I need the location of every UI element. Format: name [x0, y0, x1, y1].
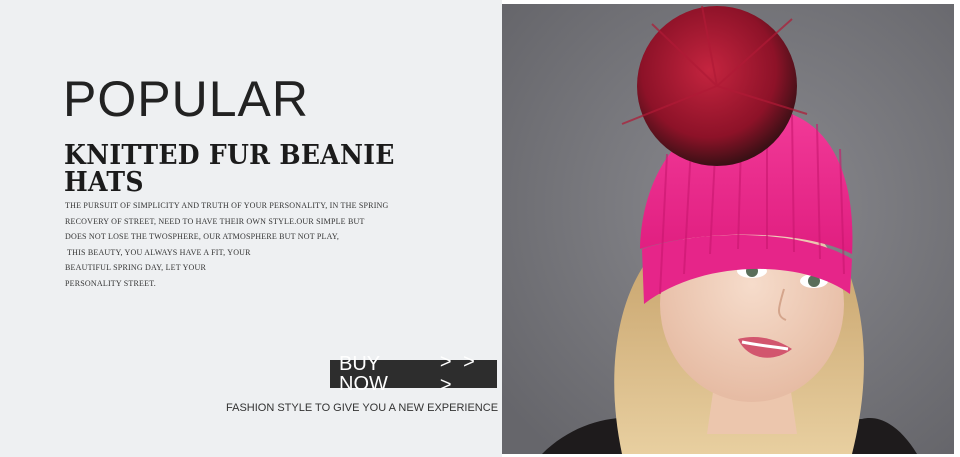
- headline: POPULAR: [63, 71, 309, 127]
- model-photo: [502, 4, 954, 454]
- model-illustration: [502, 4, 954, 454]
- arrows-icon: > > >: [439, 351, 478, 396]
- tagline: FASHION STYLE TO GIVE YOU A NEW EXPERIEN…: [226, 402, 499, 414]
- description: THE PURSUIT OF SIMPLICITY AND TRUTH OF Y…: [65, 198, 389, 291]
- promo-text-panel: POPULAR KNITTED FUR BEANIE HATS THE PURS…: [0, 0, 502, 457]
- buy-now-button[interactable]: BUY NOW > > >: [330, 351, 497, 396]
- description-line: THE PURSUIT OF SIMPLICITY AND TRUTH OF Y…: [65, 201, 389, 210]
- description-line: PERSONALITY STREET.: [65, 278, 156, 288]
- description-line: DOES NOT LOSE THE TWOSPHERE, OUR ATMOSPH…: [65, 232, 340, 241]
- description-line: RECOVERY OF STREET, NEED TO HAVE THEIR O…: [65, 216, 365, 226]
- description-line: THIS BEAUTY, YOU ALWAYS HAVE A FIT, YOUR: [65, 247, 251, 257]
- buy-now-label: BUY NOW: [339, 353, 388, 395]
- subheadline: KNITTED FUR BEANIE HATS: [64, 140, 395, 198]
- description-line: BEAUTIFUL SPRING DAY, LET YOUR: [65, 263, 207, 272]
